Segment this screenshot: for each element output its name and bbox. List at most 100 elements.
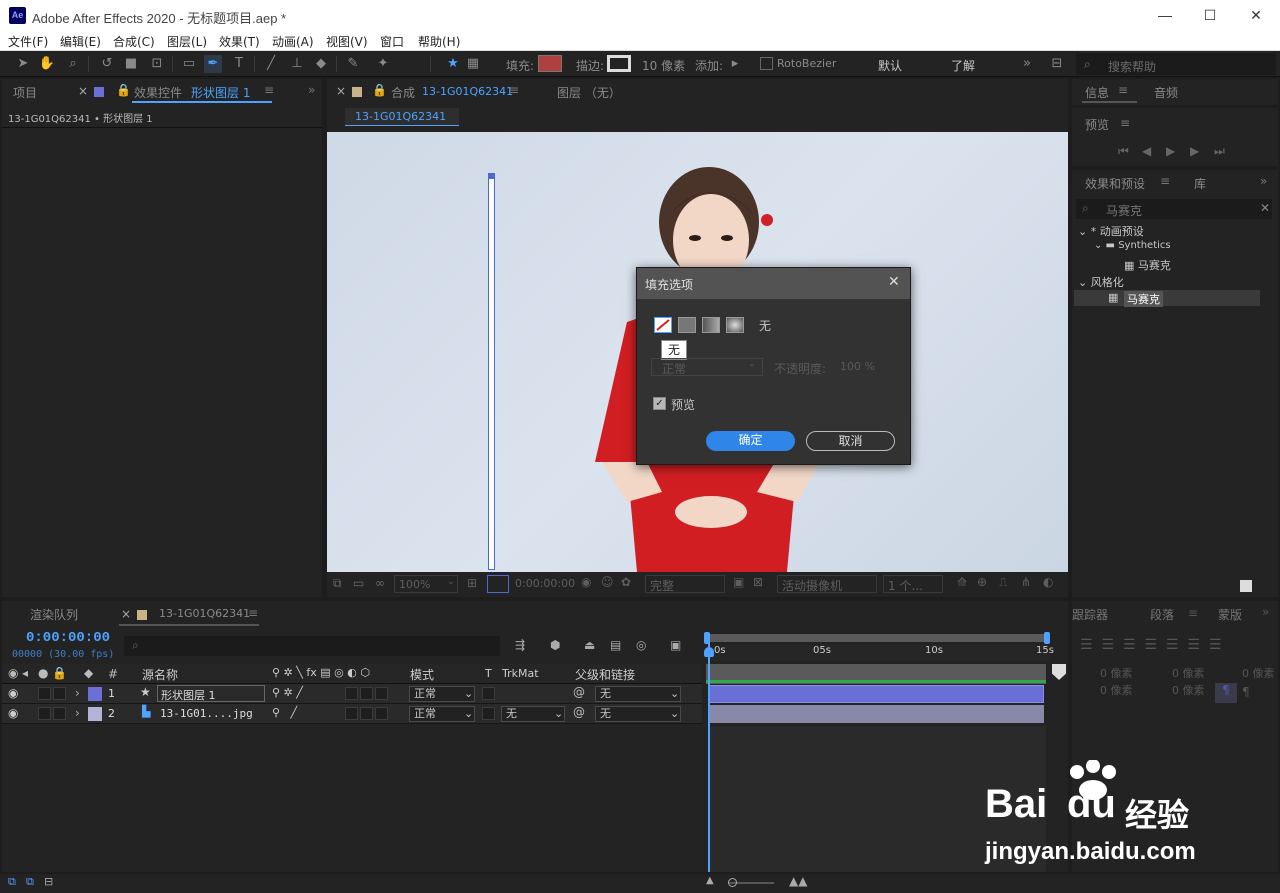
work-area-bar[interactable]: [706, 634, 1050, 642]
add-label[interactable]: 添加:: [695, 57, 723, 74]
roi-icon[interactable]: ▣: [733, 575, 744, 589]
align-right-icon[interactable]: ☰: [1123, 637, 1136, 653]
work-area-end-handle[interactable]: [1044, 632, 1050, 644]
chevron-right-icon[interactable]: ›: [75, 706, 80, 720]
shape-path-stroke[interactable]: [488, 174, 495, 570]
menu-file[interactable]: 文件(F): [8, 33, 48, 50]
dialog-close-icon[interactable]: ✕: [888, 274, 900, 290]
timeline-search[interactable]: ⌕: [124, 636, 500, 656]
tab-layer[interactable]: 图层 （无）: [557, 84, 621, 101]
preview-checkbox[interactable]: ✓: [653, 397, 666, 410]
lock-icon[interactable]: 🔒: [52, 666, 67, 680]
workspace-default[interactable]: 默认: [878, 57, 902, 74]
parent-dropdown[interactable]: 无 ⌄: [595, 686, 681, 702]
eye-icon[interactable]: ◉: [8, 686, 18, 700]
zoom-out-icon[interactable]: ▲: [706, 875, 714, 886]
clear-search-icon[interactable]: ✕: [1260, 201, 1270, 215]
layer-name[interactable]: 13-1G01....jpg: [160, 707, 253, 720]
solo-toggle[interactable]: [38, 707, 51, 720]
label-tag-icon[interactable]: ◆: [84, 666, 93, 680]
add-arrow-icon[interactable]: ▸: [726, 55, 744, 73]
switch-toggle[interactable]: [375, 707, 388, 720]
grid-toggle-icon[interactable]: ⊞: [467, 576, 477, 590]
space-before-value[interactable]: 0 像素: [1100, 682, 1133, 698]
fill-linear-gradient-button[interactable]: [702, 317, 720, 333]
tree-item-stylize[interactable]: ⌄ 风格化: [1078, 274, 1124, 290]
tab-effects-presets[interactable]: 效果和预设: [1085, 175, 1145, 192]
3d-view-icon[interactable]: ⟰: [957, 575, 967, 589]
tab-render-queue[interactable]: 渲染队列: [30, 606, 78, 623]
reset-exposure-icon[interactable]: ◐: [1043, 575, 1053, 589]
composition-mini-flowchart-icon[interactable]: ⇶: [515, 638, 525, 652]
video-eye-icon[interactable]: ◉: [8, 666, 18, 680]
minimize-icon[interactable]: —: [1150, 4, 1180, 26]
camera-tool-icon[interactable]: ■: [122, 55, 140, 73]
tree-item-mosaic-preset[interactable]: ▦ 马赛克: [1124, 257, 1171, 273]
cancel-button[interactable]: 取消: [806, 431, 895, 451]
panel-menu-icon[interactable]: ≡: [264, 83, 274, 97]
layer-name-box[interactable]: 形状图层 1: [157, 685, 265, 702]
zoom-tool-icon[interactable]: ⌕: [64, 55, 82, 73]
tab-tracker[interactable]: 跟踪器: [1072, 606, 1108, 623]
eye-icon[interactable]: ◉: [8, 706, 18, 720]
render-time-icon[interactable]: ⧉: [8, 875, 16, 889]
viewer-timecode[interactable]: 0:00:00:00: [515, 577, 575, 590]
resolution-dropdown[interactable]: 完整: [645, 575, 725, 593]
tab-comp-name[interactable]: 13-1G01Q62341: [422, 85, 513, 98]
tree-item-synthetics[interactable]: ⌄ ▬ Synthetics: [1094, 240, 1171, 251]
justify-all-icon[interactable]: ☰: [1209, 637, 1222, 653]
views-dropdown[interactable]: 1 个...: [883, 575, 943, 593]
layer-label-color[interactable]: [88, 707, 102, 721]
close-tab-icon[interactable]: ×: [336, 84, 346, 98]
workspace-more-icon[interactable]: »: [1018, 55, 1036, 73]
trkmat-dropdown[interactable]: 无 ⌄: [501, 706, 565, 722]
current-time-indicator[interactable]: [708, 641, 710, 872]
frame-blending-icon[interactable]: ▤: [610, 638, 621, 652]
tab-comp-prefix[interactable]: 合成: [391, 84, 415, 101]
time-ruler[interactable]: 0s 05s 10s 15s: [706, 645, 1054, 661]
playhead-handle[interactable]: [704, 647, 714, 657]
sync-icon[interactable]: ⊟: [1048, 55, 1066, 73]
solo-toggle[interactable]: [38, 687, 51, 700]
pan-behind-tool-icon[interactable]: ⊡: [148, 55, 166, 73]
tab-mask[interactable]: 蒙版: [1218, 606, 1242, 623]
tab-library[interactable]: 库: [1194, 175, 1206, 192]
tab-effects-controls[interactable]: 效果控件: [134, 84, 182, 101]
brush-tool-icon[interactable]: ╱: [262, 55, 280, 73]
switch-toggle[interactable]: [375, 687, 388, 700]
always-preview-icon[interactable]: ⧉: [333, 576, 342, 591]
menu-window[interactable]: 窗口: [380, 33, 404, 50]
mode-dropdown[interactable]: 正常 ⌄: [409, 686, 475, 702]
region-toggle-icon[interactable]: [487, 575, 509, 593]
switch-toggle[interactable]: [360, 687, 373, 700]
fill-swatch[interactable]: [538, 55, 562, 72]
menu-view[interactable]: 视图(V): [326, 33, 368, 50]
exposure-icon[interactable]: ⊕: [977, 575, 987, 589]
fill-radial-gradient-button[interactable]: [726, 317, 744, 333]
col-source-name[interactable]: 源名称: [142, 666, 178, 683]
panel-menu-icon[interactable]: ≡: [509, 83, 519, 97]
stroke-swatch[interactable]: [607, 55, 631, 72]
justify-left-icon[interactable]: ☰: [1144, 637, 1157, 653]
rtl-direction-icon[interactable]: ¶: [1242, 685, 1250, 699]
expand-panel-icon[interactable]: »: [1260, 174, 1267, 188]
preserve-transparency-toggle[interactable]: [482, 687, 495, 700]
close-tab-icon[interactable]: ×: [78, 84, 88, 98]
comp-subtab[interactable]: 13-1G01Q62341: [345, 108, 459, 126]
switch-toggle[interactable]: [345, 687, 358, 700]
menu-help[interactable]: 帮助(H): [418, 33, 460, 50]
justify-right-icon[interactable]: ☰: [1187, 637, 1200, 653]
fill-solid-button[interactable]: [678, 317, 696, 333]
close-icon[interactable]: ✕: [1241, 4, 1271, 26]
channel-icon[interactable]: ✿: [621, 575, 631, 589]
show-snapshot-icon[interactable]: ☺: [601, 575, 614, 589]
stroke-width[interactable]: 10 像素: [642, 57, 685, 74]
next-frame-icon[interactable]: ▶: [1190, 144, 1199, 158]
first-frame-icon[interactable]: ⏮: [1118, 144, 1129, 159]
indent-right-value[interactable]: 0 像素: [1172, 665, 1205, 681]
monitor-icon[interactable]: ▭: [353, 576, 364, 590]
indent-left-value[interactable]: 0 像素: [1100, 665, 1133, 681]
tree-item-animation-presets[interactable]: ⌄ * 动画预设: [1078, 223, 1144, 239]
rotate-tool-icon[interactable]: ↺: [98, 55, 116, 73]
menu-effect[interactable]: 效果(T): [219, 33, 260, 50]
